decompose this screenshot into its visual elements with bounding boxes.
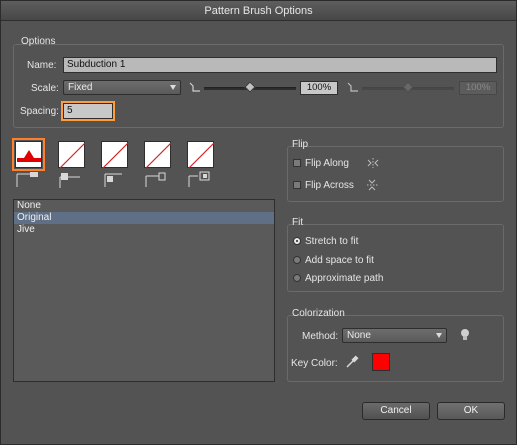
key-color-swatch[interactable] — [372, 353, 390, 371]
key-color-label: Key Color: — [291, 358, 338, 369]
inner-corner-tile-button[interactable] — [101, 141, 129, 169]
scale-max-icon — [347, 82, 358, 92]
scale-label: Scale: — [31, 83, 59, 94]
flip-group — [287, 146, 504, 202]
no-tile-icon — [102, 142, 129, 169]
chevron-down-icon — [436, 333, 442, 338]
dialog-title: Pattern Brush Options — [1, 1, 516, 21]
lightbulb-tips-icon[interactable] — [460, 328, 470, 342]
cancel-button[interactable]: Cancel — [362, 402, 430, 420]
pattern-preview-icon — [17, 150, 41, 162]
colorization-group — [287, 315, 504, 382]
inner-corner-tile-icon — [104, 173, 122, 187]
no-tile-icon — [59, 142, 86, 169]
list-item[interactable]: Original — [14, 212, 274, 224]
outer-corner-tile-button[interactable] — [58, 141, 86, 169]
pattern-list[interactable]: None Original Jive — [13, 199, 275, 382]
method-label: Method: — [302, 331, 339, 342]
approximate-path-label[interactable]: Approximate path — [305, 273, 383, 284]
side-tile-button[interactable] — [12, 138, 45, 171]
stretch-to-fit-radio[interactable] — [293, 237, 301, 245]
add-space-to-fit-radio[interactable] — [293, 256, 301, 264]
colorization-method-value: None — [347, 330, 371, 341]
fit-group-label: Fit — [292, 217, 304, 228]
list-item[interactable]: Jive — [14, 224, 274, 236]
end-tile-button[interactable] — [187, 141, 215, 169]
stretch-to-fit-label[interactable]: Stretch to fit — [305, 236, 358, 247]
no-tile-icon — [145, 142, 172, 169]
name-label: Name: — [27, 60, 57, 71]
flip-across-icon — [367, 179, 379, 191]
scale-percent-field[interactable]: 100% — [300, 81, 338, 95]
ok-button[interactable]: OK — [437, 402, 505, 420]
no-tile-icon — [188, 142, 215, 169]
name-input[interactable]: Subduction 1 — [63, 57, 497, 73]
start-tile-button[interactable] — [144, 141, 172, 169]
outer-corner-tile-icon — [59, 173, 80, 188]
colorization-method-dropdown[interactable]: None — [342, 328, 447, 343]
spacing-label: Spacing: — [20, 106, 59, 117]
start-tile-icon — [145, 172, 166, 187]
side-tile-icon — [16, 172, 38, 187]
flip-group-label: Flip — [292, 139, 309, 150]
approximate-path-radio[interactable] — [293, 274, 301, 282]
flip-across-checkbox[interactable] — [293, 181, 301, 189]
add-space-to-fit-label[interactable]: Add space to fit — [305, 255, 374, 266]
list-item[interactable]: None — [14, 200, 274, 212]
flip-along-checkbox[interactable] — [293, 159, 301, 167]
pattern-brush-options-dialog: Pattern Brush Options Options Name: Subd… — [0, 0, 517, 445]
spacing-input[interactable]: 5 — [61, 101, 115, 121]
flip-along-label[interactable]: Flip Along — [305, 158, 349, 169]
flip-across-label[interactable]: Flip Across — [305, 180, 354, 191]
flip-along-icon — [367, 158, 379, 168]
eyedropper-icon[interactable] — [345, 355, 359, 369]
colorization-group-label: Colorization — [292, 308, 345, 319]
scale-method-value: Fixed — [68, 82, 93, 93]
chevron-down-icon — [170, 85, 176, 90]
scale-max-percent-field: 100% — [459, 81, 497, 95]
scale-min-icon — [189, 82, 200, 92]
scale-method-dropdown[interactable]: Fixed — [63, 80, 181, 95]
end-tile-icon — [188, 171, 210, 187]
options-group-label: Options — [21, 36, 56, 47]
